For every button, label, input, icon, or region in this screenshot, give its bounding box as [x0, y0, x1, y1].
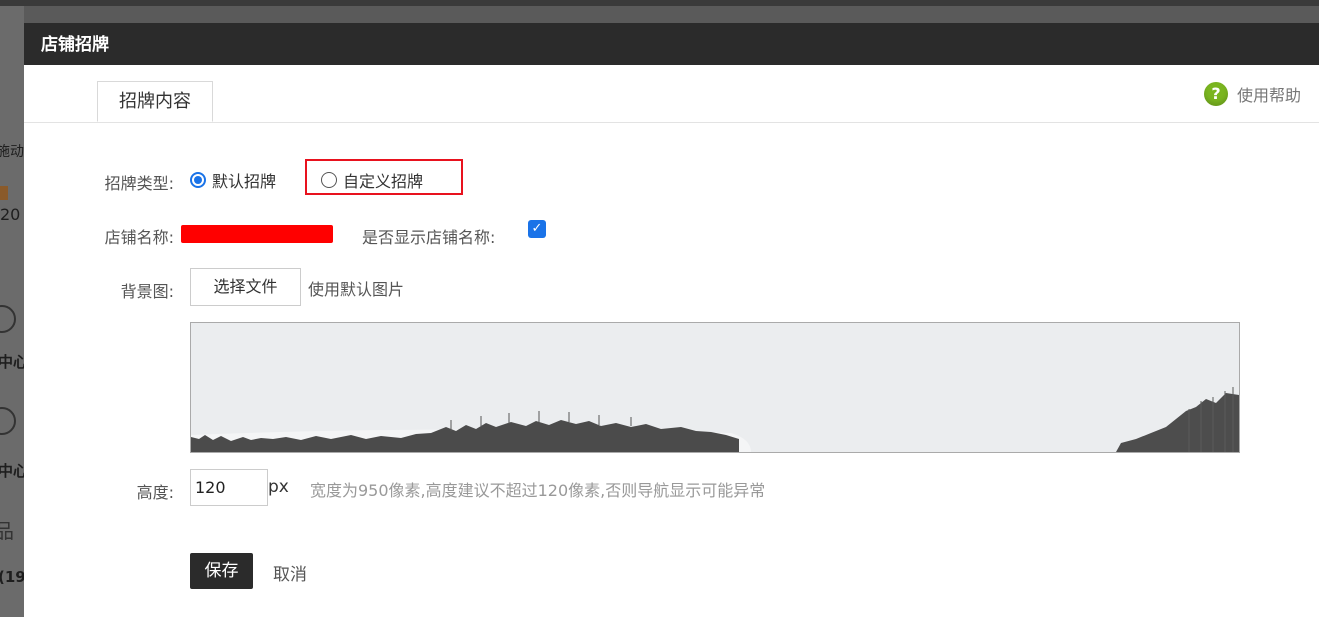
- height-label: 高度:: [136, 483, 174, 502]
- height-input[interactable]: 120: [190, 469, 268, 506]
- show-name-checkbox[interactable]: ✓: [528, 220, 546, 238]
- sign-type-label: 招牌类型:: [104, 174, 174, 193]
- background-text: 施动: [0, 144, 24, 160]
- shop-name-label: 店铺名称:: [104, 228, 174, 247]
- tab-sign-content[interactable]: 招牌内容: [97, 81, 213, 122]
- shop-name-value-redacted: [181, 225, 333, 243]
- show-name-label: 是否显示店铺名称:: [362, 228, 496, 247]
- background-badge: [0, 186, 8, 200]
- radio-default-label: 默认招牌: [212, 172, 277, 191]
- choose-file-button[interactable]: 选择文件: [190, 268, 301, 306]
- save-button[interactable]: 保存: [190, 553, 253, 589]
- file-status-text: 使用默认图片: [308, 280, 405, 299]
- tab-bar: 招牌内容 ? 使用帮助: [24, 65, 1319, 123]
- radio-checked-icon[interactable]: [190, 172, 206, 188]
- height-unit: px: [268, 477, 289, 497]
- shop-sign-dialog: 店铺招牌 招牌内容 ? 使用帮助 招牌类型: 默认招牌 自定义招牌 店铺名称: …: [24, 23, 1319, 617]
- background-text: (19: [0, 568, 26, 586]
- sign-preview-image: [190, 322, 1240, 453]
- background-text: 20: [0, 205, 21, 224]
- question-circle-icon: ?: [1203, 82, 1228, 106]
- background-text: 品: [0, 519, 14, 543]
- cancel-button[interactable]: 取消: [273, 560, 307, 585]
- radio-custom-label: 自定义招牌: [343, 172, 424, 191]
- dialog-title: 店铺招牌: [24, 23, 1319, 65]
- radio-default-sign[interactable]: 默认招牌: [190, 168, 276, 192]
- radio-unchecked-icon[interactable]: [321, 172, 337, 188]
- radio-custom-sign[interactable]: 自定义招牌: [321, 168, 423, 192]
- help-link[interactable]: ? 使用帮助: [1203, 82, 1301, 106]
- help-label: 使用帮助: [1236, 86, 1301, 105]
- background-image-label: 背景图:: [120, 282, 174, 301]
- height-hint: 宽度为950像素,高度建议不超过120像素,否则导航显示可能异常: [310, 481, 766, 500]
- winter-landscape-image: [191, 323, 1239, 452]
- background-topbar: [0, 0, 1319, 6]
